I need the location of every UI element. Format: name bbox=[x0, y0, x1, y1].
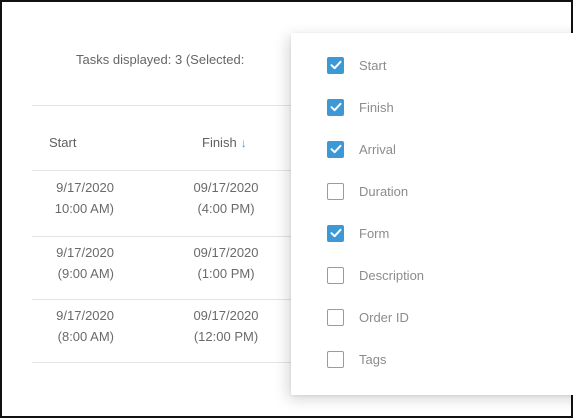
table-row-finish-cell: 09/17/2020 (12:00 PM) bbox=[177, 305, 275, 347]
start-date: 9/17/2020 bbox=[56, 308, 114, 323]
column-option-label: Order ID bbox=[359, 309, 409, 325]
column-option-checkbox[interactable] bbox=[327, 140, 344, 158]
column-option-checkbox[interactable] bbox=[327, 56, 344, 74]
column-header-start[interactable]: Start bbox=[49, 135, 76, 150]
start-date: 9/17/2020 bbox=[56, 180, 114, 195]
start-time: (9:00 AM) bbox=[57, 266, 114, 281]
column-option-label: Finish bbox=[359, 99, 394, 115]
table-row-start-cell: 9/17/2020 (8:00 AM) bbox=[22, 305, 114, 347]
column-option-label: Description bbox=[359, 267, 425, 283]
column-header-finish-label: Finish bbox=[202, 135, 237, 150]
start-time: 10:00 AM) bbox=[54, 201, 114, 216]
column-option-label: Form bbox=[359, 225, 390, 241]
column-option-checkbox[interactable] bbox=[327, 266, 344, 284]
table-row-start-cell: 9/17/2020 10:00 AM) bbox=[22, 177, 114, 219]
column-option-duration[interactable]: Duration bbox=[327, 181, 408, 201]
header-divider bbox=[32, 105, 297, 106]
column-option-start[interactable]: Start bbox=[327, 55, 386, 75]
row-divider bbox=[32, 236, 297, 237]
tasks-count-label: Tasks displayed: 3 (Selected: bbox=[76, 52, 245, 67]
table-row-finish-cell: 09/17/2020 (1:00 PM) bbox=[177, 242, 275, 284]
column-option-tags[interactable]: Tags bbox=[327, 349, 386, 369]
column-option-form[interactable]: Form bbox=[327, 223, 389, 243]
column-option-checkbox[interactable] bbox=[327, 182, 344, 200]
start-date: 9/17/2020 bbox=[56, 245, 114, 260]
column-chooser-panel: Start Finish Arrival Duration Form Descr… bbox=[291, 33, 573, 395]
column-option-label: Start bbox=[359, 57, 387, 73]
column-header-finish[interactable]: Finish ↓ bbox=[202, 135, 247, 150]
finish-time: (12:00 PM) bbox=[193, 329, 259, 344]
column-option-finish[interactable]: Finish bbox=[327, 97, 394, 117]
column-option-checkbox[interactable] bbox=[327, 308, 344, 326]
finish-date: 09/17/2020 bbox=[193, 180, 259, 195]
finish-date: 09/17/2020 bbox=[193, 308, 259, 323]
finish-date: 09/17/2020 bbox=[193, 245, 259, 260]
column-option-description[interactable]: Description bbox=[327, 265, 424, 285]
row-divider bbox=[32, 170, 297, 171]
column-option-checkbox[interactable] bbox=[327, 350, 344, 368]
column-option-label: Tags bbox=[359, 351, 387, 367]
row-divider bbox=[32, 362, 297, 363]
column-option-arrival[interactable]: Arrival bbox=[327, 139, 396, 159]
finish-time: (4:00 PM) bbox=[197, 201, 255, 216]
row-divider bbox=[32, 299, 297, 300]
start-time: (8:00 AM) bbox=[57, 329, 114, 344]
column-option-order-id[interactable]: Order ID bbox=[327, 307, 409, 327]
column-option-checkbox[interactable] bbox=[327, 98, 344, 116]
arrow-down-icon: ↓ bbox=[240, 136, 247, 150]
table-row-start-cell: 9/17/2020 (9:00 AM) bbox=[22, 242, 114, 284]
column-option-label: Arrival bbox=[359, 141, 396, 157]
column-option-label: Duration bbox=[359, 183, 409, 199]
finish-time: (1:00 PM) bbox=[197, 266, 255, 281]
column-option-checkbox[interactable] bbox=[327, 224, 344, 242]
table-row-finish-cell: 09/17/2020 (4:00 PM) bbox=[177, 177, 275, 219]
